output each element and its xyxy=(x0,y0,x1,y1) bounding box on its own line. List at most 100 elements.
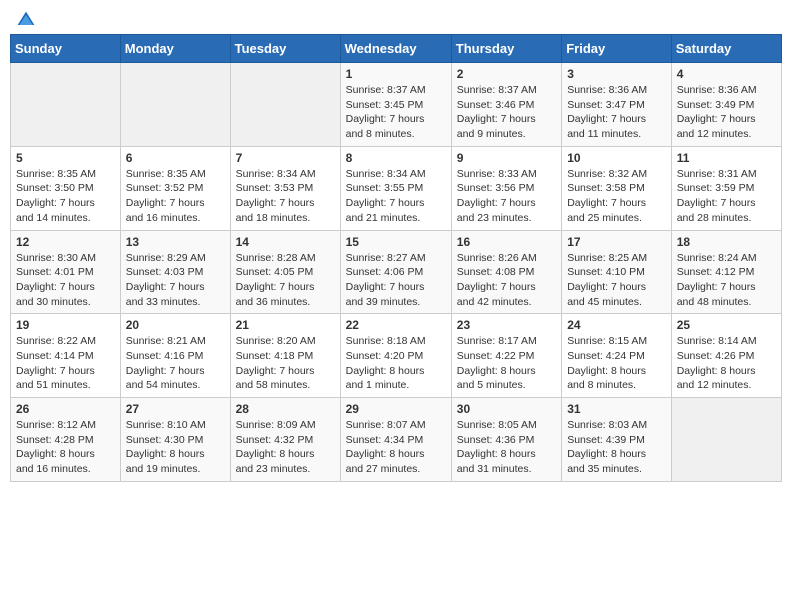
day-cell-19: 19 Sunrise: 8:22 AM Sunset: 4:14 PM Dayli… xyxy=(11,314,121,398)
day-info: Sunrise: 8:32 AM Sunset: 3:58 PM Dayligh… xyxy=(567,167,666,226)
day-number: 14 xyxy=(236,235,335,249)
day-number: 24 xyxy=(567,318,666,332)
day-number: 25 xyxy=(677,318,776,332)
day-number: 16 xyxy=(457,235,556,249)
weekday-header-thursday: Thursday xyxy=(451,35,561,63)
day-cell-6: 6 Sunrise: 8:35 AM Sunset: 3:52 PM Daylig… xyxy=(120,146,230,230)
day-info: Sunrise: 8:36 AM Sunset: 3:49 PM Dayligh… xyxy=(677,83,776,142)
day-info: Sunrise: 8:35 AM Sunset: 3:52 PM Dayligh… xyxy=(126,167,225,226)
day-info: Sunrise: 8:24 AM Sunset: 4:12 PM Dayligh… xyxy=(677,251,776,310)
day-cell-31: 31 Sunrise: 8:03 AM Sunset: 4:39 PM Dayli… xyxy=(562,398,672,482)
day-number: 31 xyxy=(567,402,666,416)
day-cell-2: 2 Sunrise: 8:37 AM Sunset: 3:46 PM Daylig… xyxy=(451,63,561,147)
week-row-2: 5 Sunrise: 8:35 AM Sunset: 3:50 PM Daylig… xyxy=(11,146,782,230)
day-cell-7: 7 Sunrise: 8:34 AM Sunset: 3:53 PM Daylig… xyxy=(230,146,340,230)
day-number: 10 xyxy=(567,151,666,165)
week-row-3: 12 Sunrise: 8:30 AM Sunset: 4:01 PM Dayli… xyxy=(11,230,782,314)
day-info: Sunrise: 8:17 AM Sunset: 4:22 PM Dayligh… xyxy=(457,334,556,393)
day-number: 1 xyxy=(346,67,446,81)
day-info: Sunrise: 8:34 AM Sunset: 3:53 PM Dayligh… xyxy=(236,167,335,226)
day-number: 22 xyxy=(346,318,446,332)
day-number: 6 xyxy=(126,151,225,165)
day-number: 21 xyxy=(236,318,335,332)
day-info: Sunrise: 8:10 AM Sunset: 4:30 PM Dayligh… xyxy=(126,418,225,477)
empty-cell xyxy=(120,63,230,147)
day-info: Sunrise: 8:28 AM Sunset: 4:05 PM Dayligh… xyxy=(236,251,335,310)
day-cell-9: 9 Sunrise: 8:33 AM Sunset: 3:56 PM Daylig… xyxy=(451,146,561,230)
day-number: 15 xyxy=(346,235,446,249)
empty-cell xyxy=(230,63,340,147)
day-number: 11 xyxy=(677,151,776,165)
day-info: Sunrise: 8:35 AM Sunset: 3:50 PM Dayligh… xyxy=(16,167,115,226)
day-info: Sunrise: 8:21 AM Sunset: 4:16 PM Dayligh… xyxy=(126,334,225,393)
day-number: 2 xyxy=(457,67,556,81)
day-info: Sunrise: 8:18 AM Sunset: 4:20 PM Dayligh… xyxy=(346,334,446,393)
day-info: Sunrise: 8:25 AM Sunset: 4:10 PM Dayligh… xyxy=(567,251,666,310)
day-cell-30: 30Sunrise: 8:05 AM Sunset: 4:36 PM Dayli… xyxy=(451,398,561,482)
day-cell-4: 4 Sunrise: 8:36 AM Sunset: 3:49 PM Daylig… xyxy=(671,63,781,147)
day-info: Sunrise: 8:22 AM Sunset: 4:14 PM Dayligh… xyxy=(16,334,115,393)
day-number: 8 xyxy=(346,151,446,165)
day-number: 26 xyxy=(16,402,115,416)
week-row-1: 1 Sunrise: 8:37 AM Sunset: 3:45 PM Daylig… xyxy=(11,63,782,147)
day-info: Sunrise: 8:29 AM Sunset: 4:03 PM Dayligh… xyxy=(126,251,225,310)
day-number: 29 xyxy=(346,402,446,416)
day-info: Sunrise: 8:31 AM Sunset: 3:59 PM Dayligh… xyxy=(677,167,776,226)
week-row-4: 19 Sunrise: 8:22 AM Sunset: 4:14 PM Dayli… xyxy=(11,314,782,398)
day-info: Sunrise: 8:20 AM Sunset: 4:18 PM Dayligh… xyxy=(236,334,335,393)
day-cell-5: 5 Sunrise: 8:35 AM Sunset: 3:50 PM Daylig… xyxy=(11,146,121,230)
day-cell-17: 17 Sunrise: 8:25 AM Sunset: 4:10 PM Dayli… xyxy=(562,230,672,314)
day-info: Sunrise: 8:03 AM Sunset: 4:39 PM Dayligh… xyxy=(567,418,666,477)
day-info: Sunrise: 8:27 AM Sunset: 4:06 PM Dayligh… xyxy=(346,251,446,310)
day-info: Sunrise: 8:37 AM Sunset: 3:45 PM Dayligh… xyxy=(346,83,446,142)
day-info: Sunrise: 8:26 AM Sunset: 4:08 PM Dayligh… xyxy=(457,251,556,310)
day-cell-23: 23 Sunrise: 8:17 AM Sunset: 4:22 PM Dayli… xyxy=(451,314,561,398)
day-info: Sunrise: 8:05 AM Sunset: 4:36 PM Dayligh… xyxy=(457,418,556,477)
weekday-header-friday: Friday xyxy=(562,35,672,63)
day-cell-26: 26Sunrise: 8:12 AM Sunset: 4:28 PM Dayli… xyxy=(11,398,121,482)
day-info: Sunrise: 8:37 AM Sunset: 3:46 PM Dayligh… xyxy=(457,83,556,142)
logo xyxy=(14,10,36,26)
day-info: Sunrise: 8:15 AM Sunset: 4:24 PM Dayligh… xyxy=(567,334,666,393)
day-info: Sunrise: 8:36 AM Sunset: 3:47 PM Dayligh… xyxy=(567,83,666,142)
day-cell-14: 14 Sunrise: 8:28 AM Sunset: 4:05 PM Dayli… xyxy=(230,230,340,314)
day-cell-11: 11 Sunrise: 8:31 AM Sunset: 3:59 PM Dayli… xyxy=(671,146,781,230)
day-cell-27: 27Sunrise: 8:10 AM Sunset: 4:30 PM Dayli… xyxy=(120,398,230,482)
day-cell-29: 29 Sunrise: 8:07 AM Sunset: 4:34 PM Dayli… xyxy=(340,398,451,482)
day-cell-18: 18 Sunrise: 8:24 AM Sunset: 4:12 PM Dayli… xyxy=(671,230,781,314)
day-cell-13: 13 Sunrise: 8:29 AM Sunset: 4:03 PM Dayli… xyxy=(120,230,230,314)
day-cell-24: 24 Sunrise: 8:15 AM Sunset: 4:24 PM Dayli… xyxy=(562,314,672,398)
empty-cell xyxy=(11,63,121,147)
weekday-header-monday: Monday xyxy=(120,35,230,63)
day-number: 9 xyxy=(457,151,556,165)
day-number: 13 xyxy=(126,235,225,249)
day-cell-10: 10 Sunrise: 8:32 AM Sunset: 3:58 PM Dayli… xyxy=(562,146,672,230)
day-number: 19 xyxy=(16,318,115,332)
day-cell-20: 20Sunrise: 8:21 AM Sunset: 4:16 PM Dayli… xyxy=(120,314,230,398)
day-number: 12 xyxy=(16,235,115,249)
day-number: 3 xyxy=(567,67,666,81)
day-info: Sunrise: 8:07 AM Sunset: 4:34 PM Dayligh… xyxy=(346,418,446,477)
weekday-header-wednesday: Wednesday xyxy=(340,35,451,63)
day-info: Sunrise: 8:30 AM Sunset: 4:01 PM Dayligh… xyxy=(16,251,115,310)
day-cell-1: 1 Sunrise: 8:37 AM Sunset: 3:45 PM Daylig… xyxy=(340,63,451,147)
day-info: Sunrise: 8:14 AM Sunset: 4:26 PM Dayligh… xyxy=(677,334,776,393)
day-number: 23 xyxy=(457,318,556,332)
day-number: 5 xyxy=(16,151,115,165)
day-cell-25: 25 Sunrise: 8:14 AM Sunset: 4:26 PM Dayli… xyxy=(671,314,781,398)
day-cell-15: 15 Sunrise: 8:27 AM Sunset: 4:06 PM Dayli… xyxy=(340,230,451,314)
day-number: 17 xyxy=(567,235,666,249)
day-cell-16: 16 Sunrise: 8:26 AM Sunset: 4:08 PM Dayli… xyxy=(451,230,561,314)
calendar-table: SundayMondayTuesdayWednesdayThursdayFrid… xyxy=(10,34,782,482)
day-cell-3: 3 Sunrise: 8:36 AM Sunset: 3:47 PM Daylig… xyxy=(562,63,672,147)
day-number: 4 xyxy=(677,67,776,81)
day-info: Sunrise: 8:33 AM Sunset: 3:56 PM Dayligh… xyxy=(457,167,556,226)
day-number: 18 xyxy=(677,235,776,249)
day-cell-21: 21 Sunrise: 8:20 AM Sunset: 4:18 PM Dayli… xyxy=(230,314,340,398)
day-number: 7 xyxy=(236,151,335,165)
day-cell-28: 28Sunrise: 8:09 AM Sunset: 4:32 PM Dayli… xyxy=(230,398,340,482)
logo-icon xyxy=(16,10,36,30)
day-info: Sunrise: 8:34 AM Sunset: 3:55 PM Dayligh… xyxy=(346,167,446,226)
page-header xyxy=(10,10,782,26)
day-cell-12: 12 Sunrise: 8:30 AM Sunset: 4:01 PM Dayli… xyxy=(11,230,121,314)
